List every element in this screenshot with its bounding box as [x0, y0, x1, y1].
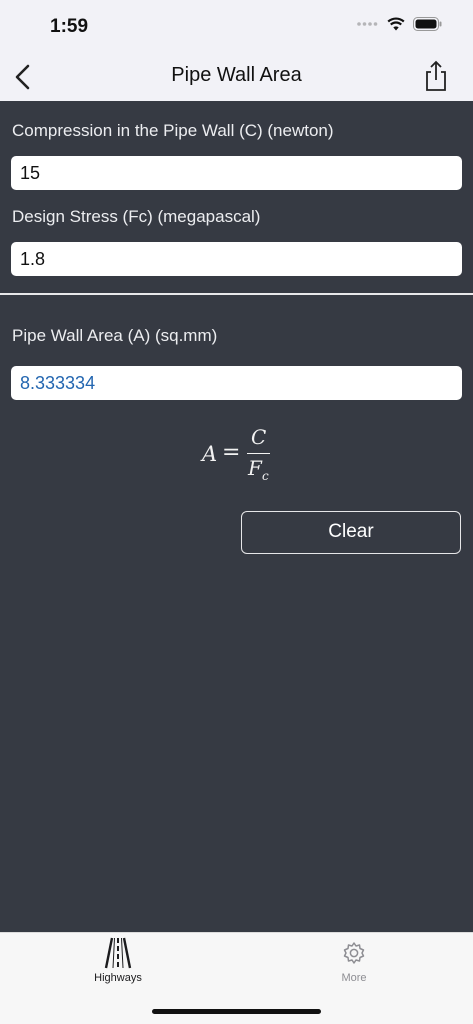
pipe-wall-area-result: 8.333334 [11, 366, 462, 400]
status-icons [357, 17, 443, 31]
status-bar: 1:59 [0, 0, 473, 52]
formula-lhs: A [202, 442, 218, 466]
nav-bar: Pipe Wall Area [0, 52, 473, 101]
compression-label: Compression in the Pipe Wall (C) (newton… [12, 121, 334, 140]
design-stress-label: Design Stress (Fc) (megapascal) [12, 207, 261, 226]
signal-icon [357, 22, 378, 26]
tab-highways[interactable]: Highways [58, 933, 178, 993]
home-indicator[interactable] [152, 1009, 321, 1014]
divider [0, 293, 473, 295]
tab-highways-label: Highways [94, 972, 142, 984]
formula: A = C F c [200, 425, 290, 487]
wifi-icon [387, 17, 405, 31]
battery-icon [413, 17, 442, 31]
clear-button[interactable]: Clear [241, 511, 461, 554]
formula-denominator: F [248, 456, 262, 480]
compression-input[interactable]: 15 [11, 156, 462, 190]
formula-subscript: c [262, 469, 269, 483]
pipe-wall-area-label: Pipe Wall Area (A) (sq.mm) [12, 326, 218, 345]
road-icon [104, 937, 132, 969]
tab-more-label: More [341, 972, 367, 984]
tab-more[interactable]: More [294, 933, 414, 993]
page-title: Pipe Wall Area [171, 64, 302, 86]
share-icon[interactable] [423, 60, 449, 92]
design-stress-input[interactable]: 1.8 [11, 242, 462, 276]
status-time: 1:59 [50, 16, 89, 37]
formula-fraction-bar [247, 453, 270, 454]
formula-equals: = [222, 440, 241, 465]
gear-icon [343, 942, 365, 964]
formula-numerator: C [251, 425, 267, 449]
